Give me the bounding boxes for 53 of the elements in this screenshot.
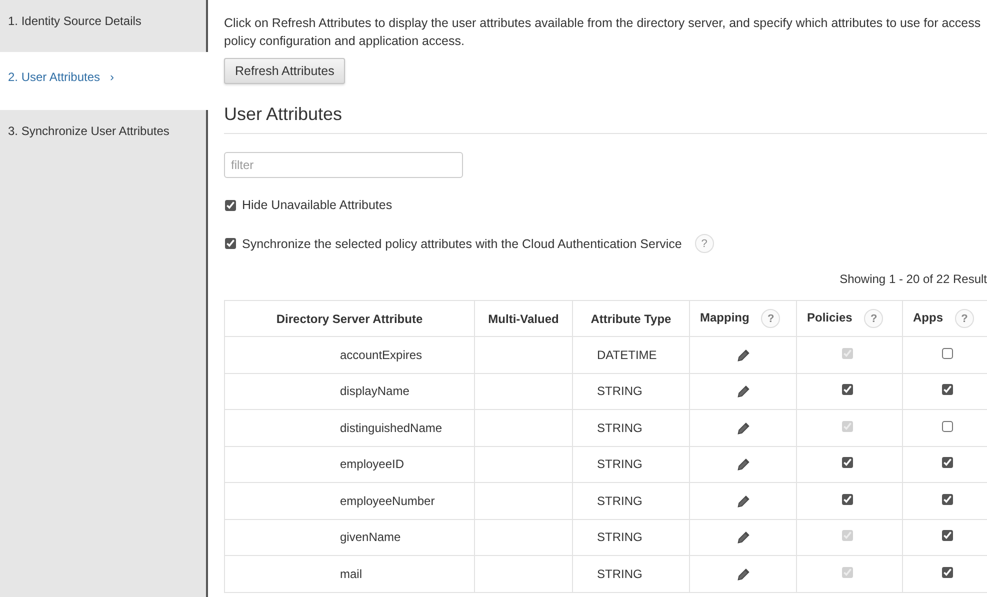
attribute-cell: displayName <box>224 373 474 410</box>
apps-checkbox[interactable] <box>942 566 953 578</box>
chevron-icon: › <box>110 70 114 84</box>
apps-checkbox[interactable] <box>942 530 953 542</box>
type-cell: STRING <box>572 410 690 446</box>
type-cell: DATETIME <box>572 336 690 373</box>
step-tab[interactable]: 1. Identity Source Details <box>0 0 208 52</box>
option-checkbox[interactable] <box>225 238 236 249</box>
option-label: Hide Unavailable Attributes <box>242 198 392 212</box>
type-cell: STRING <box>572 519 690 556</box>
section-title: User Attributes <box>224 104 987 134</box>
pencil-icon[interactable] <box>736 531 750 544</box>
attribute-cell: distinguishedName <box>224 410 474 446</box>
policies-checkbox[interactable] <box>842 494 852 505</box>
column-header: Policies <box>807 310 852 324</box>
type-cell: STRING <box>572 556 690 592</box>
apps-checkbox[interactable] <box>942 348 953 359</box>
pencil-icon[interactable] <box>736 385 750 398</box>
step-tab[interactable]: 3. Synchronize User Attributes <box>0 110 208 597</box>
attribute-cell: accountExpires <box>224 336 474 373</box>
attribute-cell: employeeNumber <box>224 482 474 519</box>
help-icon[interactable]: ? <box>761 309 780 328</box>
refresh-attributes-button[interactable]: Refresh Attributes <box>224 58 346 84</box>
attribute-cell: givenName <box>224 519 474 556</box>
pencil-icon[interactable] <box>736 458 750 472</box>
column-header: Attribute Type <box>590 312 672 326</box>
column-header: Mapping <box>700 310 750 324</box>
result-count: Showing 1 - 20 of 22 Result <box>838 272 987 286</box>
option-checkbox[interactable] <box>225 200 236 210</box>
apps-checkbox[interactable] <box>942 494 953 505</box>
pencil-icon[interactable] <box>736 494 750 508</box>
attribute-cell: mail <box>224 556 474 592</box>
type-cell: STRING <box>572 482 690 519</box>
apps-checkbox[interactable] <box>942 384 953 396</box>
type-cell: STRING <box>572 446 690 482</box>
column-header: Directory Server Attribute <box>276 312 423 326</box>
option-label: Synchronize the selected policy attributes with the Cloud Authentication Service <box>242 236 682 250</box>
apps-checkbox[interactable] <box>942 457 953 468</box>
apps-checkbox[interactable] <box>942 420 953 432</box>
filter-field[interactable]: filter <box>224 152 463 178</box>
help-icon[interactable]: ? <box>955 309 974 328</box>
pencil-icon[interactable] <box>736 348 750 362</box>
policies-checkbox[interactable] <box>842 384 852 396</box>
column-header: Multi-Valued <box>488 312 559 326</box>
pencil-icon[interactable] <box>736 568 750 581</box>
policies-checkbox[interactable] <box>842 457 852 468</box>
type-cell: STRING <box>572 373 690 410</box>
help-icon[interactable]: ? <box>694 234 714 253</box>
help-icon[interactable]: ? <box>864 309 884 328</box>
intro-text: Click on Refresh Attributes to display the user attributes available from the directory server, and specify which attributes to use for access policy configuration and application access. <box>224 15 982 50</box>
column-header: Apps <box>913 310 943 324</box>
pencil-icon[interactable] <box>736 422 750 435</box>
attribute-cell: employeeID <box>224 446 474 482</box>
